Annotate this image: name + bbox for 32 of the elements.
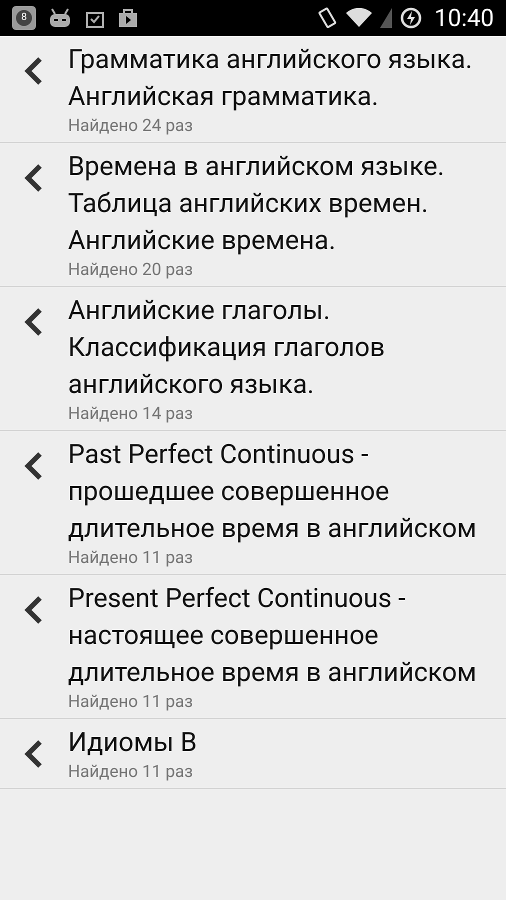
found-count: Найдено 14 раз [68,403,194,425]
result-item[interactable]: Present Perfect Continuous - настоящее совершенное длительное время в английском Найдено 11 раз [0,575,506,719]
result-item[interactable]: Времена в английском языке. Таблица английских времен. Английские времена. Найдено 20 раз [0,143,506,287]
result-title: Английские глаголы. Классификация глаголов английского языка. [68,294,386,402]
store-bag-icon [118,8,138,28]
result-item[interactable]: Past Perfect Continuous - прошедшее совершенное длительное время в английском Найдено 11 раз [0,431,506,575]
found-count: Найдено 24 раз [68,115,194,137]
result-item[interactable]: Грамматика английского языка. Английская грамматика. Найдено 24 раз [0,36,506,143]
vibrate-phone-icon [318,7,338,29]
result-item[interactable]: Английские глаголы. Классификация глаголов английского языка. Найдено 14 раз [0,287,506,431]
wifi-icon [346,8,372,28]
chevron-left-icon [22,56,44,86]
chevron-left-icon [22,595,44,625]
found-count: Найдено 20 раз [68,259,194,281]
notification-count: 8 [16,10,32,26]
clock-time: 10:40 [434,3,494,34]
found-count: Найдено 11 раз [68,761,194,783]
robot-icon [48,7,72,29]
result-title: Идиомы B [68,726,197,760]
result-title: Present Perfect Continuous - настоящее совершенное длительное время в английском [68,582,478,690]
result-title: Времена в английском языке. Таблица английских времен. Английские времена. [68,150,446,258]
battery-charging-icon [400,7,422,29]
chevron-left-icon [22,307,44,337]
result-item[interactable]: Идиомы B Найдено 11 раз [0,719,506,789]
chevron-left-icon [22,739,44,769]
result-title: Грамматика английского языка. Английская грамматика. [68,43,474,114]
signal-unknown-icon [380,8,392,28]
found-count: Найдено 11 раз [68,547,194,569]
result-title: Past Perfect Continuous - прошедшее совершенное длительное время в английском [68,438,478,546]
found-count: Найдено 11 раз [68,691,194,713]
chevron-left-icon [22,163,44,193]
chevron-left-icon [22,451,44,481]
